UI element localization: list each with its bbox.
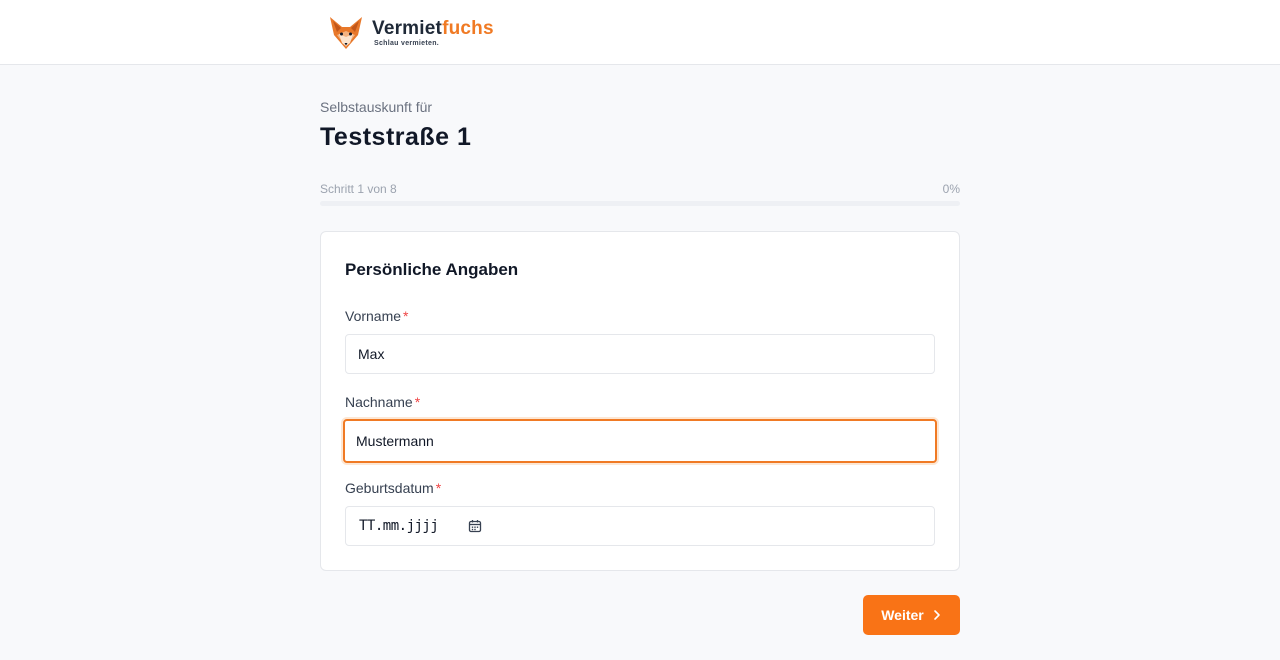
section-title: Persönliche Angaben: [345, 260, 519, 279]
geburtsdatum-label: Geburtsdatum *: [345, 480, 442, 496]
nachname-input[interactable]: [343, 419, 937, 463]
required-marker: *: [435, 480, 442, 496]
vorname-label: Vorname *: [345, 308, 409, 324]
top-bar: Vermietfuchs Schlau vermieten.: [0, 0, 1280, 65]
progress-bar: [320, 201, 960, 206]
calendar-icon[interactable]: [468, 519, 482, 533]
brand-name: Vermietfuchs: [372, 18, 494, 39]
brand-tagline: Schlau vermieten.: [374, 40, 440, 47]
geburtsdatum-input[interactable]: TT.mm.jjjj: [345, 506, 935, 546]
logo[interactable]: Vermietfuchs Schlau vermieten.: [328, 13, 494, 53]
date-placeholder: TT.mm.jjjj: [359, 518, 439, 534]
fox-head-icon: [330, 17, 362, 49]
progress-step-text: Schritt 1 von 8: [320, 182, 397, 196]
progress-percent: 0%: [942, 182, 960, 196]
next-button[interactable]: Weiter: [863, 595, 960, 635]
page-subtitle: Selbstauskunft für: [320, 99, 433, 115]
required-marker: *: [414, 394, 421, 410]
nachname-label: Nachname *: [345, 394, 421, 410]
chevron-right-icon: [933, 610, 940, 620]
page-title: Teststraße 1: [320, 123, 472, 151]
vorname-input[interactable]: [345, 334, 935, 374]
personal-info-card: Persönliche Angaben Vorname* Nachname* G…: [320, 231, 960, 571]
next-button-label: Weiter: [881, 607, 924, 623]
required-marker: *: [403, 308, 409, 324]
